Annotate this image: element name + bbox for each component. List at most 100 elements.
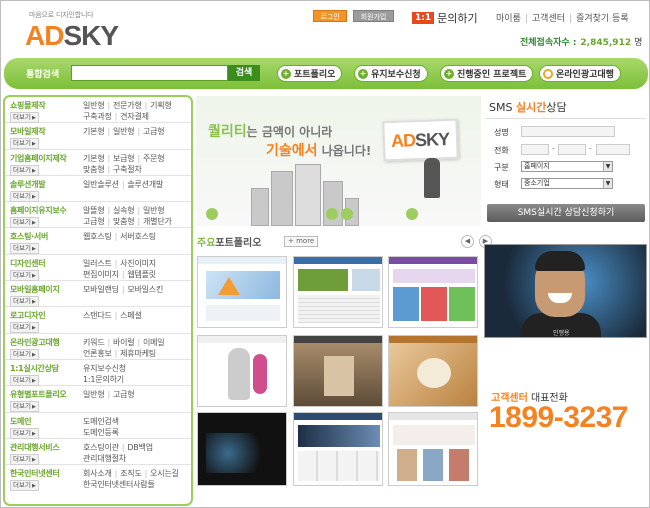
menu-category[interactable]: 도메인 <box>10 416 31 427</box>
menu-sublink[interactable]: 솔루션개발 <box>127 180 163 189</box>
main-banner[interactable]: 퀄리티는 금액이 아니라 기술에서 나옵니다! ADSKY <box>196 96 481 226</box>
menu-sublink[interactable]: 도메인등록 <box>83 428 119 437</box>
menu-category[interactable]: 기업홈페이지제작 <box>10 153 67 164</box>
pill-online-ads[interactable]: ● 온라인광고대행 <box>539 65 621 82</box>
menu-sublink[interactable]: 스탠다드 <box>83 311 112 320</box>
portfolio-thumb[interactable] <box>293 335 383 407</box>
menu-category[interactable]: 홈페이지유지보수 <box>10 205 67 216</box>
menu-more-button[interactable]: 더보기▶ <box>10 190 39 202</box>
menu-sublink[interactable]: 편집이미지 <box>83 270 119 279</box>
menu-sublink[interactable]: 관리대행절차 <box>83 454 126 463</box>
menu-more-button[interactable]: 더보기▶ <box>10 217 39 229</box>
portfolio-thumb[interactable] <box>388 412 478 486</box>
menu-category[interactable]: 1:1실시간상담 <box>10 363 59 374</box>
menu-sublink[interactable]: 실속형 <box>113 206 135 215</box>
link-myroom[interactable]: 마이룸 <box>496 14 521 24</box>
link-customer-center[interactable]: 고객센터 <box>532 14 565 24</box>
pill-portfolio[interactable]: + 포트폴리오 <box>277 65 343 82</box>
promo-video[interactable]: 인맹용 <box>484 244 647 338</box>
menu-category[interactable]: 한국인터넷센터 <box>10 468 60 479</box>
menu-sublink[interactable]: 일반형 <box>143 206 165 215</box>
menu-category[interactable]: 로고디자인 <box>10 310 46 321</box>
menu-sublink[interactable]: 전문가형 <box>113 101 142 110</box>
menu-category[interactable]: 유형별포트폴리오 <box>10 389 67 400</box>
menu-sublink[interactable]: DB백업 <box>127 443 153 452</box>
inquiry-link[interactable]: 1:1 문의하기 <box>412 10 478 26</box>
cs-phone-number[interactable]: 1899-3237 <box>489 401 628 435</box>
menu-sublink[interactable]: 구축과정 <box>83 112 112 121</box>
menu-sublink[interactable]: 개별단가 <box>143 217 172 226</box>
menu-sublink[interactable]: 맞춤형 <box>83 165 105 174</box>
search-input[interactable] <box>71 65 228 81</box>
portfolio-thumb[interactable] <box>197 256 287 328</box>
site-logo[interactable]: 마음으로 디자인합니다 ADSKY <box>25 8 135 54</box>
menu-category[interactable]: 관리대행서비스 <box>10 442 60 453</box>
menu-sublink[interactable]: 일반형 <box>83 390 105 399</box>
pill-maintenance[interactable]: + 유지보수신청 <box>354 65 428 82</box>
menu-category[interactable]: 쇼핑몰제작 <box>10 100 46 111</box>
sms-submit-button[interactable]: SMS실시간 상담신청하기 <box>487 204 645 222</box>
menu-category[interactable]: 온라인광고대행 <box>10 337 60 348</box>
portfolio-thumb[interactable] <box>388 256 478 328</box>
menu-sublink[interactable]: 제휴마케팅 <box>120 349 156 358</box>
menu-sublink[interactable]: 회사소개 <box>83 469 112 478</box>
menu-sublink[interactable]: 한국인터넷센터사람들 <box>83 480 155 489</box>
portfolio-thumb[interactable] <box>388 335 478 407</box>
portfolio-thumb[interactable] <box>197 335 287 407</box>
menu-sublink[interactable]: 바이럴 <box>113 338 135 347</box>
menu-category[interactable]: 솔루션개발 <box>10 179 46 190</box>
menu-more-button[interactable]: 더보기▶ <box>10 374 39 386</box>
menu-sublink[interactable]: 일반형 <box>83 101 105 110</box>
menu-sublink[interactable]: 맞춤형 <box>113 217 135 226</box>
menu-sublink[interactable]: 언론홍보 <box>83 349 112 358</box>
menu-sublink[interactable]: 도메인검색 <box>83 417 119 426</box>
link-bookmark[interactable]: 즐겨찾기 등록 <box>576 14 629 24</box>
menu-sublink[interactable]: 일반솔루션 <box>83 180 119 189</box>
menu-category[interactable]: 모바일홈페이지 <box>10 284 60 295</box>
join-button[interactable]: 회원가입 <box>353 10 394 22</box>
menu-category[interactable]: 호스팅·서버 <box>10 231 48 242</box>
menu-more-button[interactable]: 더보기▶ <box>10 164 39 176</box>
menu-sublink[interactable]: 스페셜 <box>120 311 142 320</box>
menu-category[interactable]: 모바일제작 <box>10 126 46 137</box>
sms-type-select[interactable]: 홈페이지 ▼ <box>521 161 613 172</box>
menu-sublink[interactable]: 모바일랜딩 <box>83 285 119 294</box>
menu-sublink[interactable]: 고급형 <box>143 127 165 136</box>
menu-sublink[interactable]: 일반형 <box>113 127 135 136</box>
menu-more-button[interactable]: 더보기▶ <box>10 427 39 439</box>
login-button[interactable]: 로그인 <box>313 10 347 22</box>
menu-sublink[interactable]: 기본형 <box>83 154 105 163</box>
menu-more-button[interactable]: 더보기▶ <box>10 269 39 281</box>
menu-sublink[interactable]: 서버호스팅 <box>120 232 156 241</box>
menu-sublink[interactable]: 호스팅이관 <box>83 443 119 452</box>
portfolio-thumb[interactable] <box>293 256 383 328</box>
portfolio-thumb[interactable] <box>293 412 383 486</box>
menu-sublink[interactable]: 고급형 <box>113 390 135 399</box>
menu-sublink[interactable]: 웹템플릿 <box>127 270 156 279</box>
search-button[interactable]: 검색 <box>228 65 260 81</box>
menu-sublink[interactable]: 고급형 <box>83 217 105 226</box>
menu-sublink[interactable]: 기획형 <box>150 101 172 110</box>
sms-phone-input-1[interactable] <box>521 144 549 155</box>
portfolio-prev-button[interactable]: ◀ <box>461 235 474 248</box>
menu-sublink[interactable]: 조직도 <box>120 469 142 478</box>
menu-sublink[interactable]: 이메일 <box>143 338 165 347</box>
sms-phone-input-2[interactable] <box>558 144 586 155</box>
portfolio-thumb[interactable] <box>197 412 287 486</box>
menu-sublink[interactable]: 오시는길 <box>150 469 179 478</box>
menu-more-button[interactable]: 더보기▶ <box>10 138 39 150</box>
menu-more-button[interactable]: 더보기▶ <box>10 322 39 334</box>
portfolio-more-button[interactable]: + more <box>284 236 319 247</box>
menu-sublink[interactable]: 구축절차 <box>113 165 142 174</box>
sms-phone-input-3[interactable] <box>596 144 630 155</box>
menu-sublink[interactable]: 견자결제 <box>120 112 149 121</box>
menu-more-button[interactable]: 더보기▶ <box>10 112 39 123</box>
menu-more-button[interactable]: 더보기▶ <box>10 480 39 492</box>
menu-sublink[interactable]: 유지보수신청 <box>83 364 126 373</box>
sms-form-select[interactable]: 중소기업 ▼ <box>521 178 613 189</box>
sms-name-input[interactable] <box>521 126 615 137</box>
pill-projects[interactable]: + 진행중인 프로젝트 <box>440 65 534 82</box>
menu-sublink[interactable]: 키워드 <box>83 338 105 347</box>
menu-sublink[interactable]: 기본형 <box>83 127 105 136</box>
menu-more-button[interactable]: 더보기▶ <box>10 296 39 308</box>
